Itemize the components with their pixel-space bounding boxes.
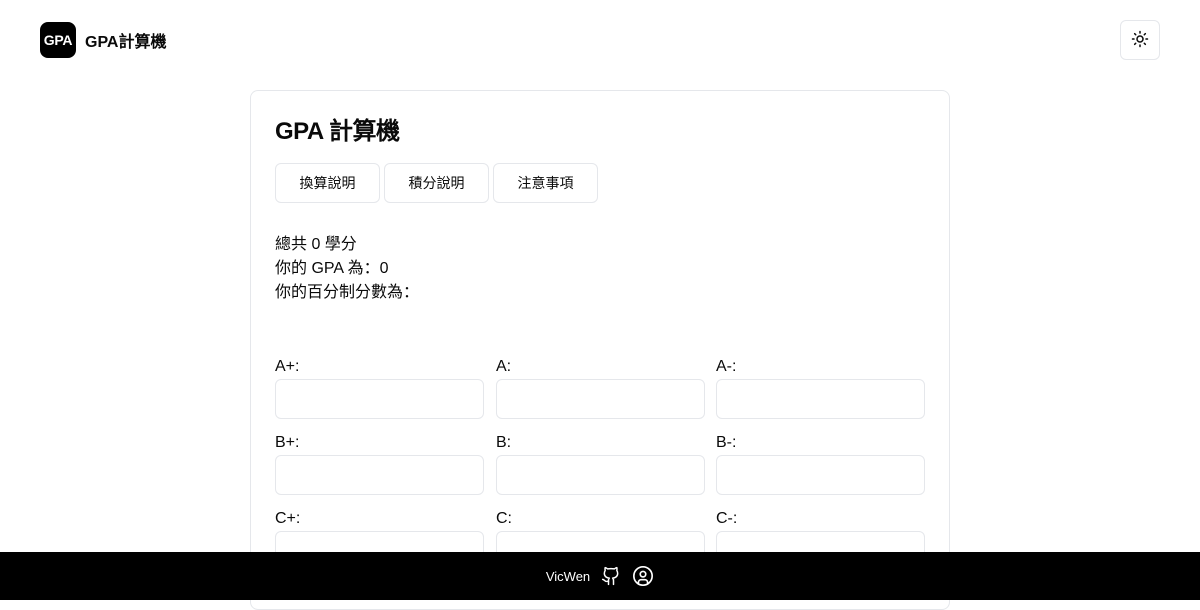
- grade-b-field: B:: [496, 433, 705, 495]
- conversion-explanation-button[interactable]: 換算說明: [275, 163, 380, 203]
- grade-b-minus-field: B-:: [716, 433, 925, 495]
- user-circle-icon[interactable]: [632, 565, 654, 587]
- grade-label: C:: [496, 510, 512, 527]
- grade-label: C-:: [716, 510, 738, 527]
- brand[interactable]: GPA GPA計算機: [40, 22, 167, 58]
- grade-a-plus-input[interactable]: [275, 379, 484, 419]
- grade-a-field: A:: [496, 357, 705, 419]
- grade-a-minus-field: A-:: [716, 357, 925, 419]
- grade-label: A+:: [275, 358, 300, 375]
- footer: VicWen: [0, 552, 1200, 600]
- percentage-result-text: 你的百分制分數為：: [275, 284, 420, 301]
- grade-label: B:: [496, 434, 512, 451]
- theme-toggle-button[interactable]: [1120, 20, 1160, 60]
- grade-label: B+:: [275, 434, 300, 451]
- total-credits-text: 總共 0 學分: [275, 236, 357, 253]
- gpa-calculator-card: GPA 計算機 換算說明 積分說明 注意事項 總共 0 學分 你的 GPA 為：…: [250, 90, 950, 610]
- grade-label: B-:: [716, 434, 737, 451]
- grade-label: A:: [496, 358, 512, 375]
- grade-a-plus-field: A+:: [275, 357, 484, 419]
- sun-icon: [1131, 30, 1149, 51]
- github-icon[interactable]: [600, 565, 622, 587]
- grade-b-plus-input[interactable]: [275, 455, 484, 495]
- header: GPA GPA計算機: [0, 0, 1200, 80]
- grade-a-input[interactable]: [496, 379, 705, 419]
- gpa-result-text: 你的 GPA 為：0: [275, 260, 389, 277]
- author-name: VicWen: [545, 568, 591, 584]
- notes-button[interactable]: 注意事項: [493, 163, 598, 203]
- grade-label: A-:: [716, 358, 737, 375]
- grade-b-plus-field: B+:: [275, 433, 484, 495]
- logo: GPA: [40, 22, 76, 58]
- grade-b-minus-input[interactable]: [716, 455, 925, 495]
- credit-explanation-button[interactable]: 積分說明: [384, 163, 489, 203]
- grade-a-minus-input[interactable]: [716, 379, 925, 419]
- summary: 總共 0 學分 你的 GPA 為：0 你的百分制分數為：: [275, 233, 419, 305]
- app-title: GPA計算機: [85, 34, 167, 51]
- grade-label: C+:: [275, 510, 301, 527]
- grade-b-input[interactable]: [496, 455, 705, 495]
- card-title: GPA 計算機: [275, 118, 400, 145]
